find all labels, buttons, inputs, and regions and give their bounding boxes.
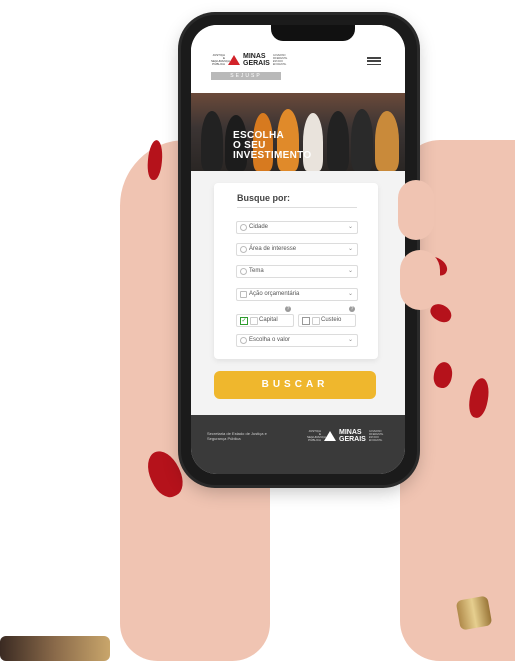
footer-logo[interactable]: JUSTIÇA E SEGURANÇA PÚBLICA MINAS GERAIS… [307, 429, 385, 443]
triangle-icon [228, 55, 240, 65]
form-title: Busque por: [237, 193, 290, 203]
interest-area-select[interactable]: Área de interesse ⌄ [236, 243, 358, 256]
chevron-down-icon: ⌄ [347, 224, 353, 230]
footer-text: Secretaria de Estado de Justiça e Segura… [207, 431, 267, 441]
custeio-checkbox[interactable]: Custeio ? [298, 306, 356, 327]
capital-checkbox-label: Capital [259, 317, 278, 323]
chevron-down-icon: ⌄ [347, 246, 353, 252]
checkmark-icon: ✓ [240, 317, 248, 325]
footer-logo-name-line1: MINAS [339, 429, 362, 436]
city-select[interactable]: Cidade ⌄ [236, 221, 358, 234]
site-footer: Secretaria de Estado de Justiça e Segura… [191, 415, 405, 474]
value-select[interactable]: Escolha o valor ⌄ [236, 334, 358, 347]
chevron-down-icon: ⌄ [347, 268, 353, 274]
search-form: Busque por: Cidade ⌄ Área de interesse ⌄… [214, 183, 378, 359]
hero-person [351, 109, 373, 171]
hero-person [375, 111, 399, 171]
footer-logo-small-text: JUSTIÇA E SEGURANÇA PÚBLICA [307, 429, 327, 442]
right-finger-overlap-2 [400, 250, 440, 310]
theme-icon [240, 268, 247, 275]
interest-area-select-label: Área de interesse [249, 246, 297, 252]
budget-action-select-label: Ação orçamentária [249, 291, 300, 297]
tag-icon [240, 246, 247, 253]
form-divider [237, 207, 357, 208]
thumb-overlap [250, 360, 395, 410]
custeio-icon [312, 317, 320, 325]
ring [455, 595, 493, 631]
org-badge: SEJUSP [211, 72, 281, 80]
document-icon [240, 291, 247, 298]
value-select-label: Escolha o valor [249, 337, 291, 343]
budget-action-select[interactable]: Ação orçamentária ⌄ [236, 288, 358, 301]
hamburger-menu-icon[interactable] [367, 57, 381, 65]
empty-checkbox-icon [302, 317, 310, 325]
custeio-checkbox-label: Custeio [321, 317, 342, 323]
hero-person [327, 111, 349, 171]
footer-logo-sub-text: GOVERNO DIFERENTE. ESTADO EFICIENTE. [368, 430, 384, 442]
watch [0, 636, 110, 661]
triangle-icon [324, 431, 336, 441]
help-icon[interactable]: ? [285, 306, 291, 312]
money-icon [240, 337, 247, 344]
logo-small-text: JUSTIÇA E SEGURANÇA PÚBLICA [211, 53, 231, 66]
hero-banner: ESCOLHA O SEU INVESTIMENTO [191, 93, 405, 171]
city-select-label: Cidade [249, 224, 269, 230]
location-icon [240, 224, 247, 231]
footer-logo-name-line2: GERAIS [339, 436, 366, 443]
phone-notch [271, 25, 355, 41]
help-icon[interactable]: ? [349, 306, 355, 312]
logo-name: MINAS GERAIS [243, 53, 270, 67]
chevron-down-icon: ⌄ [347, 291, 353, 297]
right-finger-overlap [398, 180, 434, 240]
logo-name-line2: GERAIS [243, 60, 270, 67]
photo-scene: JUSTIÇA E SEGURANÇA PÚBLICA MINAS GERAIS… [0, 0, 515, 661]
logo-name-line1: MINAS [243, 53, 266, 60]
hero-title-line3: INVESTIMENTO [233, 150, 312, 161]
logo-sub-text: GOVERNO DIFERENTE. ESTADO EFICIENTE. [272, 54, 288, 66]
theme-select-label: Tema [249, 268, 264, 274]
header-logo[interactable]: JUSTIÇA E SEGURANÇA PÚBLICA MINAS GERAIS… [211, 53, 289, 67]
theme-select[interactable]: Tema ⌄ [236, 265, 358, 278]
hero-title: ESCOLHA O SEU INVESTIMENTO [233, 131, 311, 161]
capital-checkbox[interactable]: ✓ Capital ? [236, 306, 294, 327]
expense-type-row: ✓ Capital ? Custeio ? [236, 306, 358, 327]
footer-logo-name: MINAS GERAIS [339, 429, 366, 443]
hero-person [201, 111, 223, 171]
capital-icon [250, 317, 258, 325]
chevron-down-icon: ⌄ [347, 337, 353, 343]
